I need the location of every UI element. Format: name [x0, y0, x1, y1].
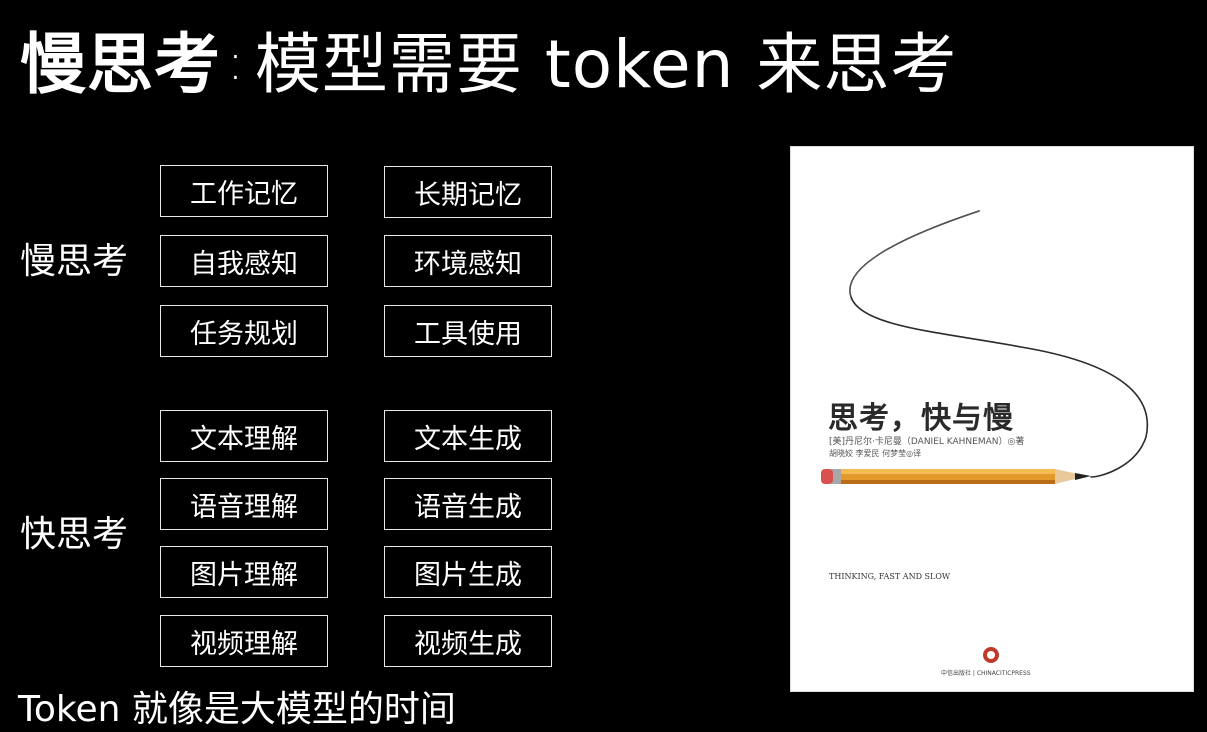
book-author: [美]丹尼尔·卡尼曼（DANIEL KAHNEMAN）◎著: [829, 437, 1025, 447]
slide-title-colon: :: [227, 33, 245, 91]
capability-box: 环境感知: [384, 235, 552, 287]
pencil-icon: [821, 469, 1091, 484]
capability-box: 工具使用: [384, 305, 552, 357]
capability-box: 工作记忆: [160, 165, 328, 217]
slide-title-rest: 模型需要 token 来思考: [254, 26, 958, 103]
book-english-title: THINKING, FAST AND SLOW: [829, 572, 951, 581]
capability-box: 文本生成: [384, 410, 552, 462]
fast-thinking-label: 快思考: [20, 514, 129, 555]
footer-caption: Token 就像是大模型的时间: [18, 689, 456, 730]
book-translators: 胡晓姣 李爱民 何梦莹◎译: [829, 449, 922, 458]
capability-box: 视频生成: [384, 615, 552, 667]
capability-box: 视频理解: [160, 615, 328, 667]
capability-box: 长期记忆: [384, 166, 552, 218]
capability-box: 语音生成: [384, 478, 552, 530]
capability-box: 图片理解: [160, 546, 328, 598]
slide-title-emphasis: 慢思考: [20, 26, 221, 103]
capability-box: 语音理解: [160, 478, 328, 530]
capability-box: 任务规划: [160, 305, 328, 357]
capability-box: 图片生成: [384, 546, 552, 598]
book-title: 思考，快与慢: [828, 401, 1014, 436]
slide-title: 慢思考: 模型需要 token 来思考: [20, 22, 957, 105]
book-publisher: 中信出版社 | CHINACITICPRESS: [941, 670, 1031, 677]
capability-box: 自我感知: [160, 235, 328, 287]
slow-thinking-label: 慢思考: [20, 241, 129, 282]
capability-box: 文本理解: [160, 410, 328, 462]
book-cover: 思考，快与慢 [美]丹尼尔·卡尼曼（DANIEL KAHNEMAN）◎著 胡晓姣…: [790, 146, 1194, 692]
